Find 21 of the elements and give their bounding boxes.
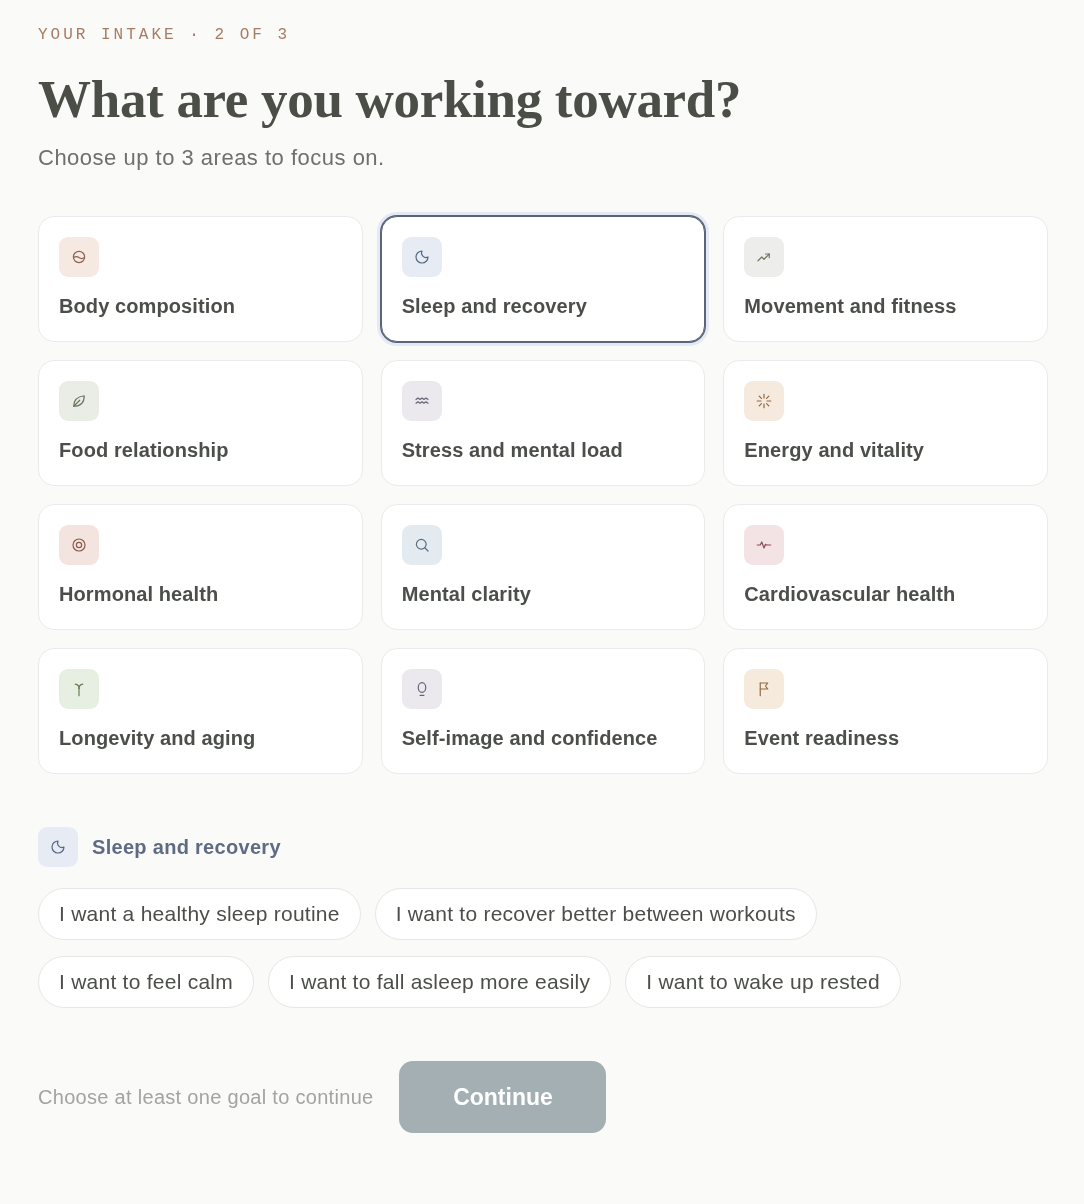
- page-subtitle: Choose up to 3 areas to focus on.: [38, 144, 385, 172]
- area-card[interactable]: Self-image and confidence: [380, 648, 706, 774]
- area-card[interactable]: Hormonal health: [38, 504, 363, 630]
- goal-chip[interactable]: I want to wake up rested: [625, 956, 901, 1008]
- area-card[interactable]: Mental clarity: [380, 504, 706, 630]
- area-card[interactable]: Cardiovascular health: [723, 504, 1048, 630]
- goal-chip[interactable]: I want to fall asleep more easily: [268, 956, 612, 1008]
- focus-title: Sleep and recovery: [92, 835, 281, 860]
- goal-chip[interactable]: I want to recover better between workouts: [374, 888, 817, 940]
- step-eyebrow: YOUR INTAKE · 2 OF 3: [38, 25, 291, 46]
- goal-chip[interactable]: I want a healthy sleep routine: [38, 888, 361, 940]
- area-card[interactable]: Energy and vitality: [723, 360, 1048, 486]
- area-card[interactable]: Movement and fitness: [723, 216, 1048, 342]
- area-card[interactable]: Longevity and aging: [38, 648, 363, 774]
- page-title: What are you working toward?: [38, 69, 742, 129]
- area-card[interactable]: Event readiness: [723, 648, 1048, 774]
- area-card[interactable]: Stress and mental load: [380, 360, 706, 486]
- area-card[interactable]: Food relationship: [38, 360, 363, 486]
- area-card[interactable]: Body composition: [38, 216, 363, 342]
- goal-chip[interactable]: I want to feel calm: [38, 956, 254, 1008]
- continue-hint: Choose at least one goal to continue: [38, 1085, 374, 1110]
